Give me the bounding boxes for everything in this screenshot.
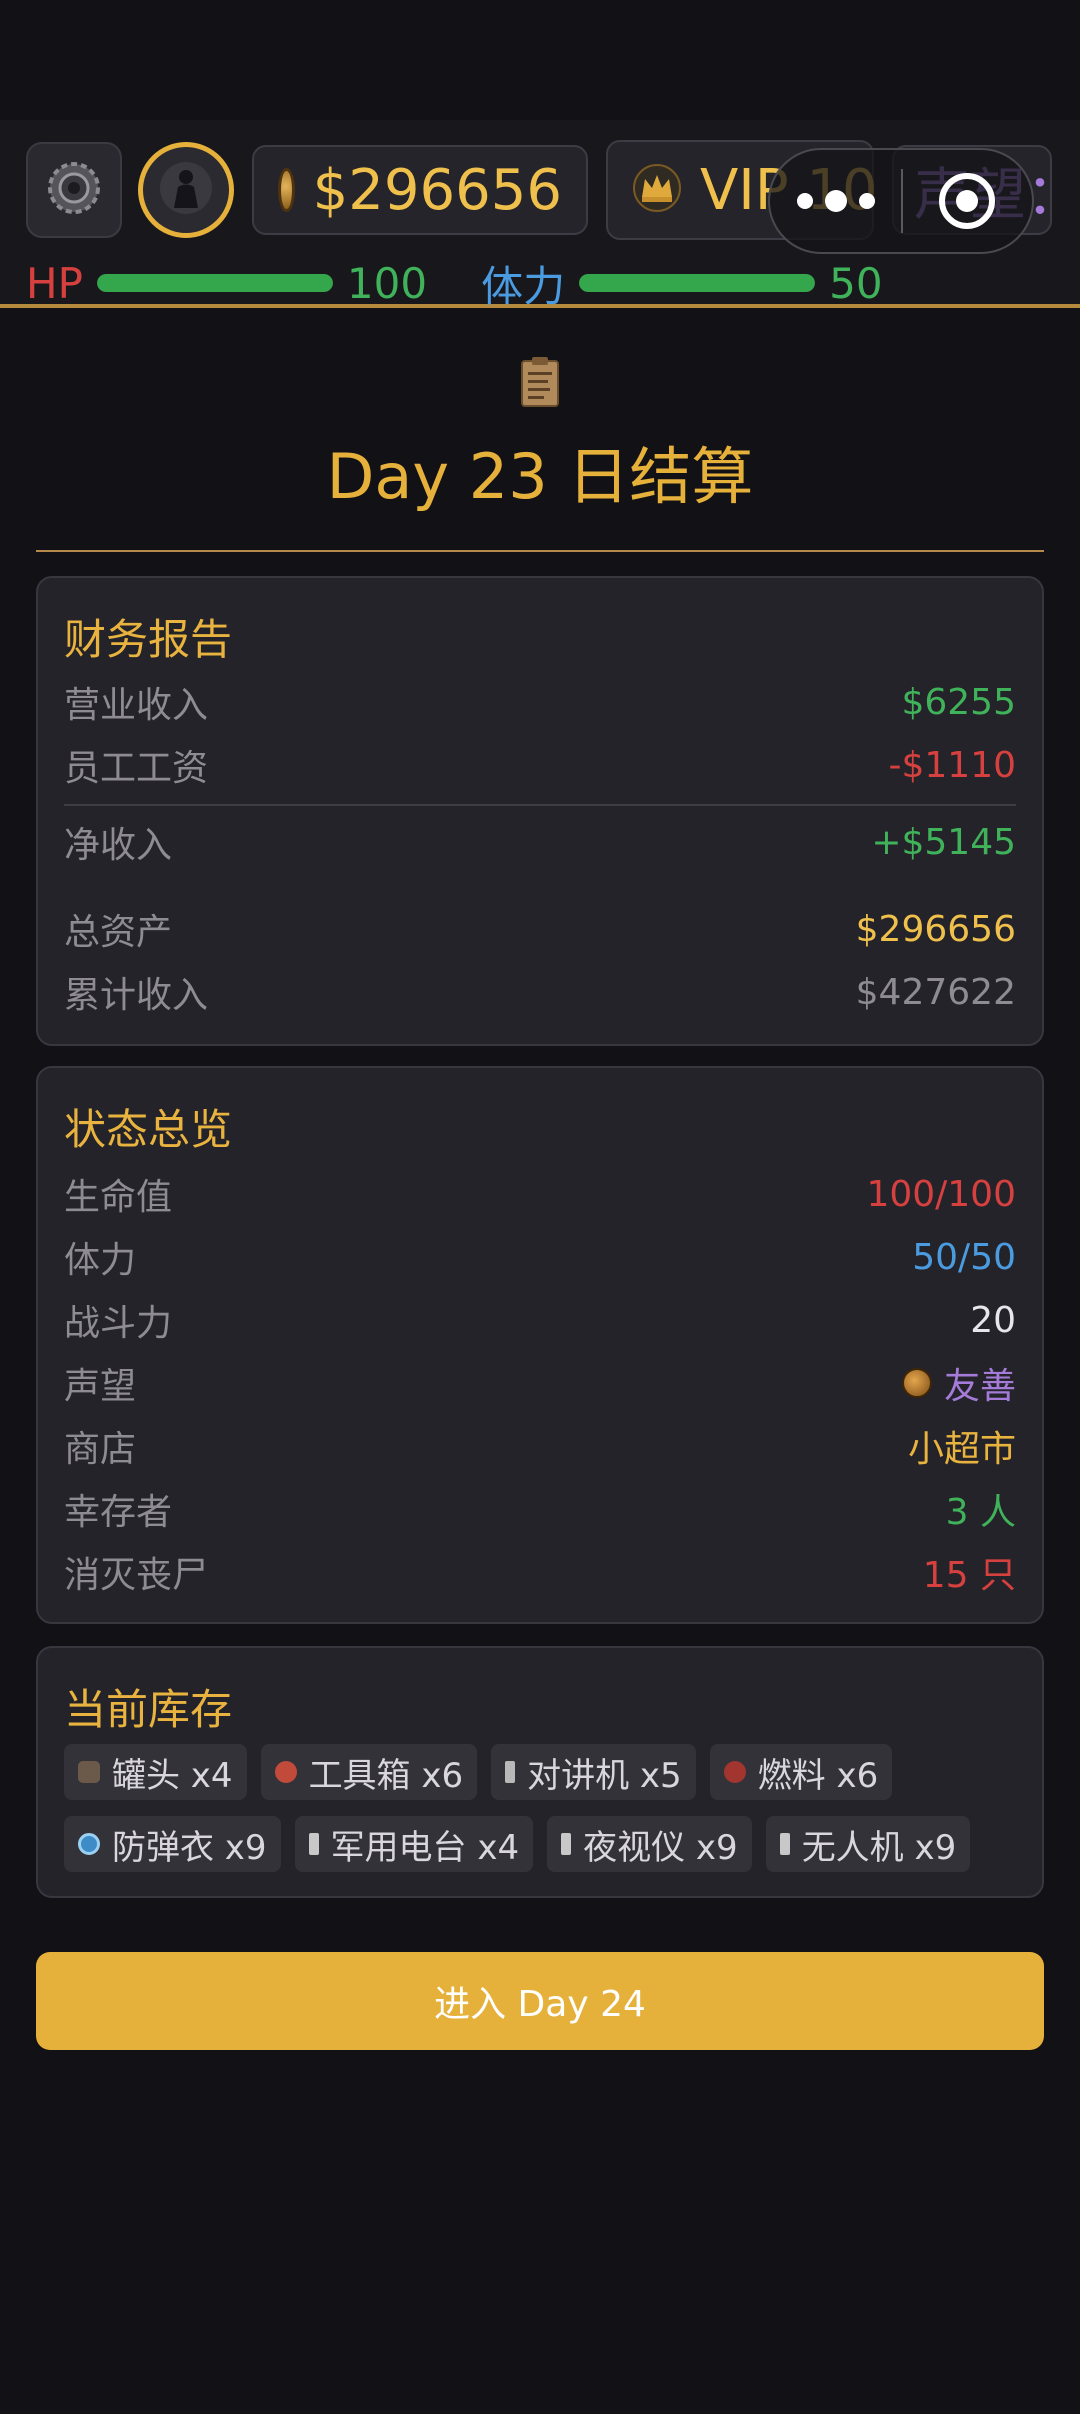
row-value: $427622 <box>855 971 1016 1013</box>
item-label: 军用电台 x4 <box>330 1827 520 1868</box>
inventory-item[interactable]: 军用电台 x4 <box>294 1816 534 1872</box>
item-label: 无人机 x9 <box>801 1827 957 1868</box>
row-value: 100/100 <box>866 1173 1016 1215</box>
item-label: 燃料 x6 <box>757 1755 879 1796</box>
inventory-title: 当前库存 <box>64 1685 233 1734</box>
row-label: 总资产 <box>64 912 173 953</box>
status-row-stamina: 体力 50/50 <box>64 1231 1016 1283</box>
status-row-combat: 战斗力 20 <box>64 1294 1016 1346</box>
status-row-survivors: 幸存者 3 人 <box>64 1483 1016 1535</box>
walkie-talkie-icon <box>505 1761 516 1783</box>
inventory-item[interactable]: 罐头 x4 <box>64 1744 247 1800</box>
inventory-item[interactable]: 无人机 x9 <box>765 1816 971 1872</box>
money-display: $296656 <box>252 145 588 235</box>
item-label: 防弹衣 x9 <box>112 1827 267 1868</box>
hp-label: HP <box>26 258 83 308</box>
vital-bars: HP 100 体力 50 <box>26 258 883 311</box>
clipboard-icon <box>520 356 560 408</box>
row-label: 累计收入 <box>64 975 209 1016</box>
row-value: 小超市 <box>907 1429 1016 1470</box>
row-value: 50/50 <box>912 1236 1016 1278</box>
finance-row-revenue: 营业收入 $6255 <box>64 676 1016 728</box>
row-value: $296656 <box>855 908 1016 950</box>
row-value: $6255 <box>901 681 1016 723</box>
hp-value: 100 <box>346 258 428 308</box>
item-label: 罐头 x4 <box>112 1755 233 1796</box>
row-label: 生命值 <box>64 1177 173 1218</box>
finance-row-net: 净收入 +$5145 <box>64 816 1016 868</box>
miniprogram-capsule <box>768 148 1034 254</box>
finance-divider <box>64 804 1016 806</box>
row-label: 营业收入 <box>64 685 209 726</box>
row-value: 20 <box>970 1299 1016 1341</box>
item-label: 工具箱 x6 <box>308 1755 464 1796</box>
finance-report-card: 财务报告 营业收入 $6255 员工工资 -$1110 净收入 +$5145 总… <box>36 576 1044 1046</box>
inventory-item[interactable]: 燃料 x6 <box>709 1744 893 1800</box>
status-row-hp: 生命值 100/100 <box>64 1168 1016 1220</box>
row-label: 幸存者 <box>64 1492 173 1533</box>
status-title: 状态总览 <box>64 1105 233 1154</box>
character-avatar-icon <box>158 160 214 220</box>
medal-icon <box>901 1368 932 1398</box>
night-vision-icon <box>561 1833 572 1855</box>
stamina-label: 体力 <box>481 261 566 311</box>
row-label: 战斗力 <box>64 1303 173 1344</box>
item-label: 夜视仪 x9 <box>583 1827 738 1868</box>
status-bar-area <box>0 0 1080 120</box>
fuel-icon <box>723 1761 746 1783</box>
finance-title: 财务报告 <box>64 615 233 664</box>
stamina-value: 50 <box>829 258 883 308</box>
row-value: 3 人 <box>945 1492 1016 1533</box>
hp-bar <box>96 274 333 292</box>
money-value: $296656 <box>312 157 562 223</box>
stamina-bar-fill <box>579 274 816 292</box>
row-label: 员工工资 <box>64 748 209 789</box>
status-row-zombies: 消灭丧尸 15 只 <box>64 1546 1016 1598</box>
row-value: +$5145 <box>871 821 1016 863</box>
item-label: 对讲机 x5 <box>527 1755 682 1796</box>
stamina-bar <box>579 274 816 292</box>
finance-row-wages: 员工工资 -$1110 <box>64 739 1016 791</box>
military-radio-icon <box>308 1833 319 1855</box>
inventory-list: 罐头 x4 工具箱 x6 对讲机 x5 燃料 x6 防弹衣 x9 军用电台 x4… <box>64 1744 1024 1872</box>
target-close-icon[interactable] <box>903 173 1032 229</box>
row-label: 体力 <box>64 1240 137 1281</box>
reputation-value: 友善 <box>901 1357 1016 1409</box>
status-row-shop: 商店 小超市 <box>64 1420 1016 1472</box>
row-label: 声望 <box>64 1366 137 1407</box>
hp-bar-fill <box>96 274 333 292</box>
inventory-item[interactable]: 对讲机 x5 <box>491 1744 696 1800</box>
row-label: 消灭丧尸 <box>64 1555 209 1596</box>
settings-button[interactable] <box>26 142 122 238</box>
inventory-card: 当前库存 罐头 x4 工具箱 x6 对讲机 x5 燃料 x6 防弹衣 x9 军用… <box>36 1646 1044 1898</box>
gear-icon <box>43 157 105 223</box>
next-day-button[interactable]: 进入 Day 24 <box>36 1952 1044 2050</box>
inventory-item[interactable]: 工具箱 x6 <box>260 1744 478 1800</box>
more-dots-icon[interactable] <box>770 190 901 212</box>
row-value: -$1110 <box>888 744 1016 786</box>
inventory-item[interactable]: 防弹衣 x9 <box>64 1816 281 1872</box>
finance-row-cumulative: 累计收入 $427622 <box>64 966 1016 1018</box>
status-overview-card: 状态总览 生命值 100/100 体力 50/50 战斗力 20 声望 友善 商… <box>36 1066 1044 1624</box>
avatar-button[interactable] <box>138 142 234 238</box>
vest-icon <box>78 1833 100 1855</box>
page-title: Day 23 日结算 <box>326 440 754 513</box>
coin-icon <box>278 168 295 212</box>
crown-icon <box>632 163 682 217</box>
row-value: 友善 <box>943 1366 1016 1407</box>
status-row-reputation: 声望 友善 <box>64 1357 1016 1409</box>
row-value: 15 只 <box>922 1555 1016 1596</box>
row-label: 商店 <box>64 1429 137 1470</box>
row-label: 净收入 <box>64 825 173 866</box>
title-divider <box>36 550 1044 552</box>
drone-icon <box>779 1833 790 1855</box>
can-icon <box>78 1761 100 1783</box>
toolbox-icon <box>274 1761 297 1783</box>
inventory-item[interactable]: 夜视仪 x9 <box>547 1816 752 1872</box>
finance-row-assets: 总资产 $296656 <box>64 903 1016 955</box>
